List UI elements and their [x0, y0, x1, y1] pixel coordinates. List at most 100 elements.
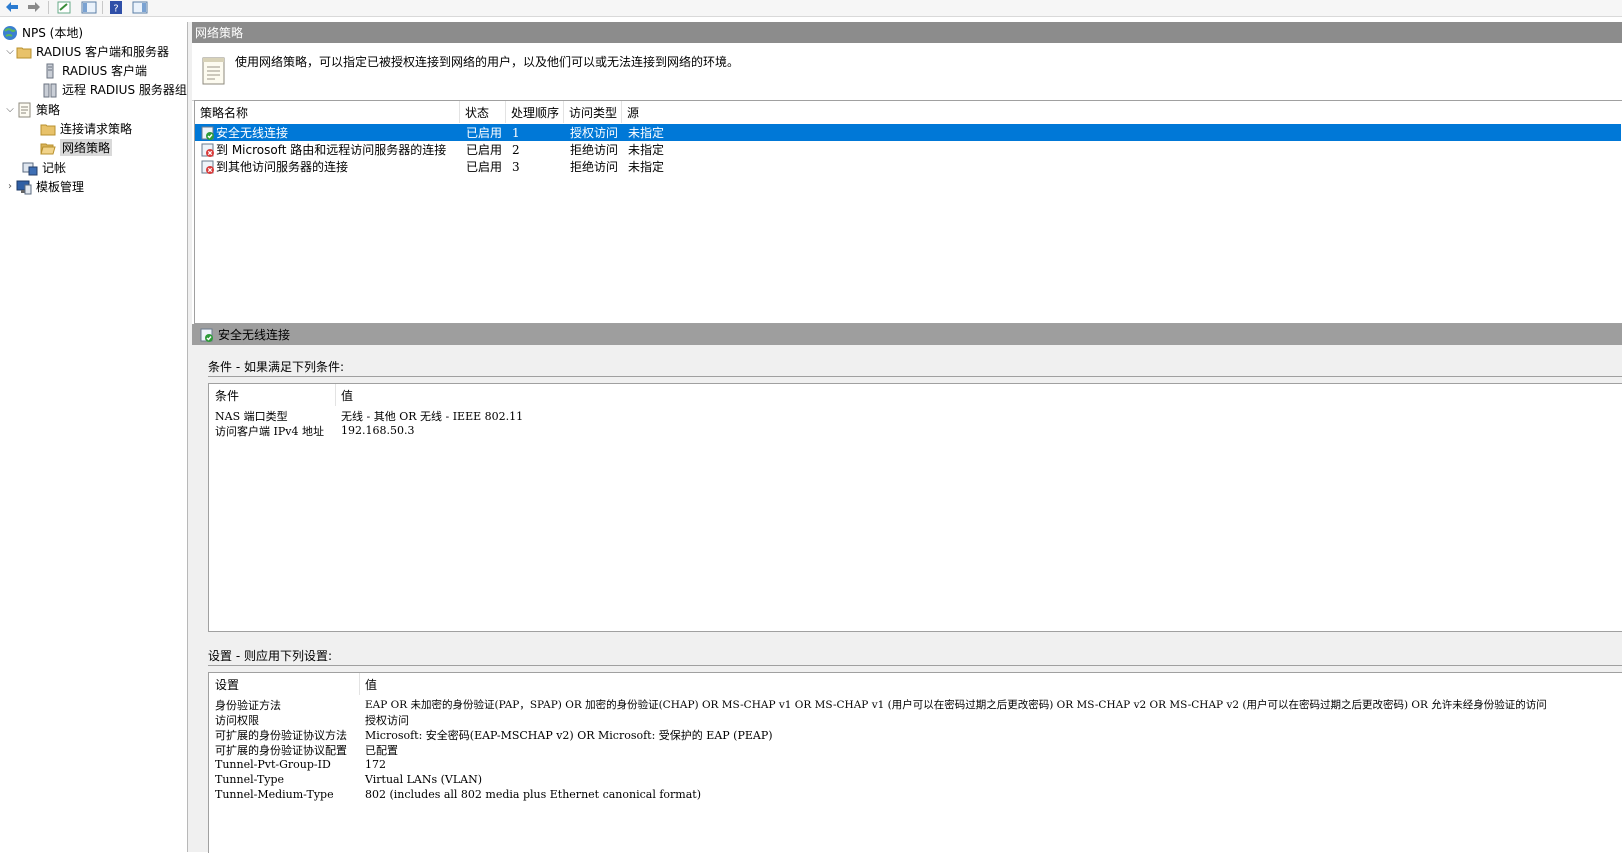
properties-icon[interactable]	[56, 0, 72, 14]
tree-label-remote-radius: 远程 RADIUS 服务器组	[62, 83, 187, 97]
condition-value: 192.168.50.3	[341, 424, 415, 437]
policy-allow-icon	[201, 124, 215, 141]
tree-node-nps-root[interactable]: NPS (本地)	[2, 23, 83, 42]
condition-key: NAS 端口类型	[215, 409, 288, 423]
tree-label-templates: 模板管理	[36, 180, 85, 194]
open-folder-icon	[40, 140, 56, 156]
server-group-icon	[42, 82, 58, 98]
setting-value: 802 (includes all 802 media plus Etherne…	[365, 788, 701, 801]
tree-label-radius-clients: RADIUS 客户端	[62, 64, 148, 78]
column-header-status[interactable]: 状态	[460, 101, 506, 123]
description-area: 使用网络策略，可以指定已被授权连接到网络的用户，以及他们可以或无法连接到网络的环…	[192, 45, 1622, 101]
tree-node-remote-radius[interactable]: 远程 RADIUS 服务器组	[42, 80, 187, 99]
tree-node-radius-group[interactable]: ⌵ RADIUS 客户端和服务器	[4, 42, 169, 61]
policy-name: 安全无线连接	[216, 126, 289, 140]
folder-icon	[16, 44, 32, 60]
column-header-order[interactable]: 处理顺序	[506, 101, 564, 123]
policy-status: 已启用	[466, 126, 503, 140]
tree-node-connection-request[interactable]: 连接请求策略	[40, 119, 132, 138]
toolbar: ?	[0, 0, 1622, 17]
setting-value: 172	[365, 758, 386, 771]
table-row[interactable]: 到 Microsoft 路由和远程访问服务器的连接 已启用 2 拒绝访问 未指定	[195, 141, 1621, 158]
chevron-down-icon[interactable]: ⌵	[4, 46, 16, 57]
tree-node-accounting[interactable]: 记帐	[22, 158, 66, 177]
column-header-source[interactable]: 源	[622, 101, 682, 123]
setting-value: Virtual LANs (VLAN)	[365, 773, 483, 786]
nps-globe-icon	[2, 25, 18, 41]
panel-title-bar: 网络策略	[192, 22, 1622, 43]
tree-node-radius-clients[interactable]: RADIUS 客户端	[42, 61, 147, 80]
action-pane-icon[interactable]	[131, 0, 149, 14]
conditions-header-value[interactable]: 值	[341, 384, 353, 406]
condition-value: 无线 - 其他 OR 无线 - IEEE 802.11	[341, 409, 524, 423]
tree-label-connection-request: 连接请求策略	[60, 122, 133, 136]
help-icon[interactable]: ?	[108, 0, 124, 14]
policy-source: 未指定	[628, 143, 665, 157]
setting-key: 可扩展的身份验证协议配置	[215, 743, 347, 757]
notepad-icon	[200, 55, 228, 90]
setting-value: EAP OR 未加密的身份验证(PAP，SPAP) OR 加密的身份验证(CHA…	[365, 699, 1547, 711]
setting-key: 身份验证方法	[215, 698, 281, 712]
setting-value: Microsoft: 安全密码(EAP-MSCHAP v2) OR Micros…	[365, 728, 773, 742]
console-tree-icon[interactable]	[80, 0, 98, 14]
tree-label-network-policies: 网络策略	[60, 139, 113, 156]
tree-label-radius-group: RADIUS 客户端和服务器	[36, 45, 170, 59]
details-pane: 网络策略 使用网络策略，可以指定已被授权连接到网络的用户，以及他们可以或无法连接…	[192, 22, 1622, 853]
settings-header-key[interactable]: 设置	[215, 673, 239, 695]
policy-allow-icon	[200, 328, 214, 342]
detail-title: 安全无线连接	[218, 328, 291, 342]
table-row[interactable]: 到其他访问服务器的连接 已启用 3 拒绝访问 未指定	[195, 158, 1621, 175]
policy-order: 1	[512, 125, 520, 140]
setting-row: 访问权限 授权访问	[209, 712, 1621, 727]
setting-row: Tunnel-Type Virtual LANs (VLAN)	[209, 772, 1621, 787]
tree-node-policies[interactable]: ⌵ 策略	[4, 100, 60, 119]
setting-key: Tunnel-Type	[215, 773, 285, 786]
conditions-header-key[interactable]: 条件	[215, 384, 239, 406]
condition-row: NAS 端口类型 无线 - 其他 OR 无线 - IEEE 802.11	[209, 408, 1621, 423]
panel-description: 使用网络策略，可以指定已被授权连接到网络的用户，以及他们可以或无法连接到网络的环…	[235, 55, 740, 69]
chevron-down-icon[interactable]: ⌵	[4, 104, 16, 115]
setting-row: 可扩展的身份验证协议方法 Microsoft: 安全密码(EAP-MSCHAP …	[209, 727, 1621, 742]
policy-order: 3	[512, 159, 520, 174]
panel-title: 网络策略	[195, 26, 244, 40]
detail-title-bar: 安全无线连接	[192, 324, 1622, 345]
forward-icon[interactable]	[26, 0, 42, 14]
tree-node-templates[interactable]: › 模板管理	[4, 177, 84, 196]
policy-status: 已启用	[466, 160, 503, 174]
setting-key: 可扩展的身份验证协议方法	[215, 728, 347, 742]
setting-key: Tunnel-Pvt-Group-ID	[215, 758, 331, 771]
policy-deny-icon	[201, 158, 215, 175]
settings-table: 设置 值 身份验证方法 EAP OR 未加密的身份验证(PAP，SPAP) OR…	[208, 672, 1622, 853]
chevron-right-icon[interactable]: ›	[4, 181, 16, 192]
setting-row: 身份验证方法 EAP OR 未加密的身份验证(PAP，SPAP) OR 加密的身…	[209, 697, 1621, 712]
policy-source: 未指定	[628, 160, 665, 174]
server-icon	[42, 63, 58, 79]
setting-value: 授权访问	[365, 713, 409, 727]
policy-access: 拒绝访问	[570, 143, 619, 157]
tree-label-accounting: 记帐	[42, 161, 67, 175]
tree-node-network-policies[interactable]: 网络策略	[40, 138, 113, 157]
tree-label-policies: 策略	[36, 103, 61, 117]
policy-access: 拒绝访问	[570, 160, 619, 174]
setting-key: 访问权限	[215, 713, 259, 727]
policy-document-icon	[16, 102, 32, 118]
policy-name: 到其他访问服务器的连接	[216, 160, 349, 174]
conditions-table: 条件 值 NAS 端口类型 无线 - 其他 OR 无线 - IEEE 802.1…	[208, 383, 1622, 632]
conditions-label: 条件 - 如果满足下列条件:	[208, 360, 345, 374]
back-icon[interactable]	[4, 0, 20, 14]
tree-label-root: NPS (本地)	[22, 26, 84, 40]
setting-value: 已配置	[365, 743, 398, 757]
policy-name: 到 Microsoft 路由和远程访问服务器的连接	[216, 143, 447, 157]
settings-label: 设置 - 则应用下列设置:	[208, 649, 333, 663]
setting-row: 可扩展的身份验证协议配置 已配置	[209, 742, 1621, 757]
settings-header-value[interactable]: 值	[365, 673, 377, 695]
policy-source: 未指定	[628, 126, 665, 140]
policy-order: 2	[512, 142, 520, 157]
detail-area: 条件 - 如果满足下列条件: 条件 值 NAS 端口类型 无线 - 其他 OR …	[192, 345, 1622, 853]
setting-key: Tunnel-Medium-Type	[215, 788, 334, 801]
policy-list: 策略名称 状态 处理顺序 访问类型 源 安全无线连接 已启用 1 授权访问 未指…	[194, 100, 1622, 324]
svg-text:?: ?	[113, 3, 118, 14]
column-header-name[interactable]: 策略名称	[195, 101, 460, 123]
column-header-access[interactable]: 访问类型	[564, 101, 622, 123]
table-row[interactable]: 安全无线连接 已启用 1 授权访问 未指定	[195, 124, 1621, 141]
